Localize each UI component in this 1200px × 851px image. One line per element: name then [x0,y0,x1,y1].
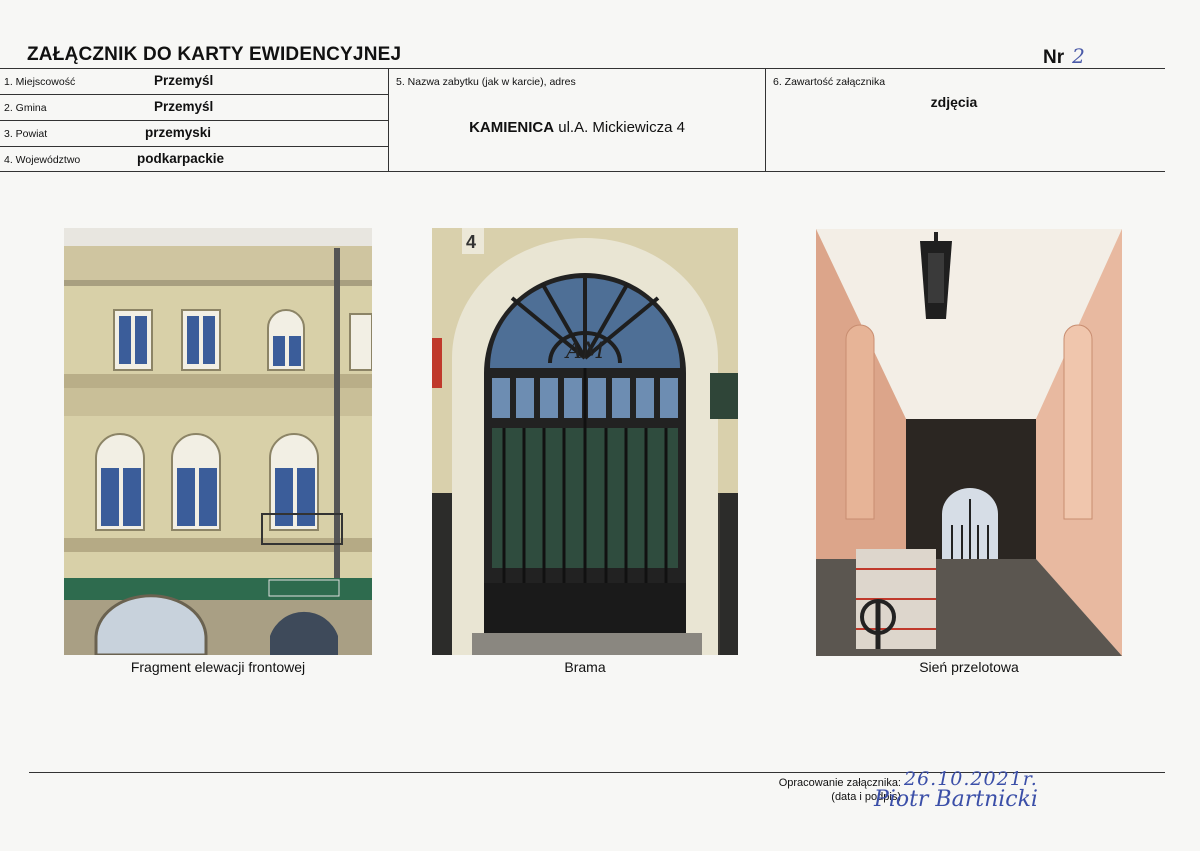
document-title: ZAŁĄCZNIK DO KARTY EWIDENCYJNEJ [27,44,402,65]
field-label: 1. Miejscowość [4,76,76,88]
contents-section: 6. Zawartość załącznika zdjęcia [766,69,1165,172]
field-value: Przemyśl [154,99,214,114]
field-row-wojewodztwo: 4. Województwo podkarpackie [0,147,388,172]
passage-image [816,229,1122,656]
photo-passage [816,229,1122,656]
monument-section: 5. Nazwa zabytku (jak w karcie), adres K… [389,69,766,172]
caption-passage: Sień przelotowa [919,659,1019,675]
photo-facade [64,228,372,655]
facade-image [64,228,372,655]
gate-monogram: AM [564,339,605,364]
field-row-gmina: 2. Gmina Przemyśl [0,95,388,121]
field-value: podkarpackie [137,151,225,166]
field-row-miejscowosc: 1. Miejscowość Przemyśl [0,69,388,95]
nr-value: 2 [1072,44,1085,68]
monument-address: ul.A. Mickiewicza 4 [558,119,685,136]
monument-value: KAMIENICA ul.A. Mickiewicza 4 [389,119,765,136]
field-value: przemyski [145,125,212,140]
monument-label: 5. Nazwa zabytku (jak w karcie), adres [396,76,576,88]
field-label: 4. Województwo [4,154,81,166]
footer-signature: Piotr Bartnicki [874,787,1038,812]
attachment-number: Nr 2 [1043,44,1085,69]
field-value: Przemyśl [154,73,214,88]
location-fields: 1. Miejscowość Przemyśl 2. Gmina Przemyś… [0,69,389,172]
field-row-powiat: 3. Powiat przemyski [0,121,388,147]
field-label: 2. Gmina [4,102,47,114]
photo-gate: 4 AM [432,228,738,655]
house-number: 4 [466,232,476,252]
caption-gate: Brama [564,659,606,675]
nr-label: Nr [1043,47,1065,68]
contents-value: zdjęcia [930,94,978,110]
monument-name: KAMIENICA [469,119,555,136]
field-label: 3. Powiat [4,128,48,140]
gate-image: 4 AM [432,228,738,655]
caption-facade: Fragment elewacji frontowej [130,659,306,675]
contents-label: 6. Zawartość załącznika [773,76,886,88]
